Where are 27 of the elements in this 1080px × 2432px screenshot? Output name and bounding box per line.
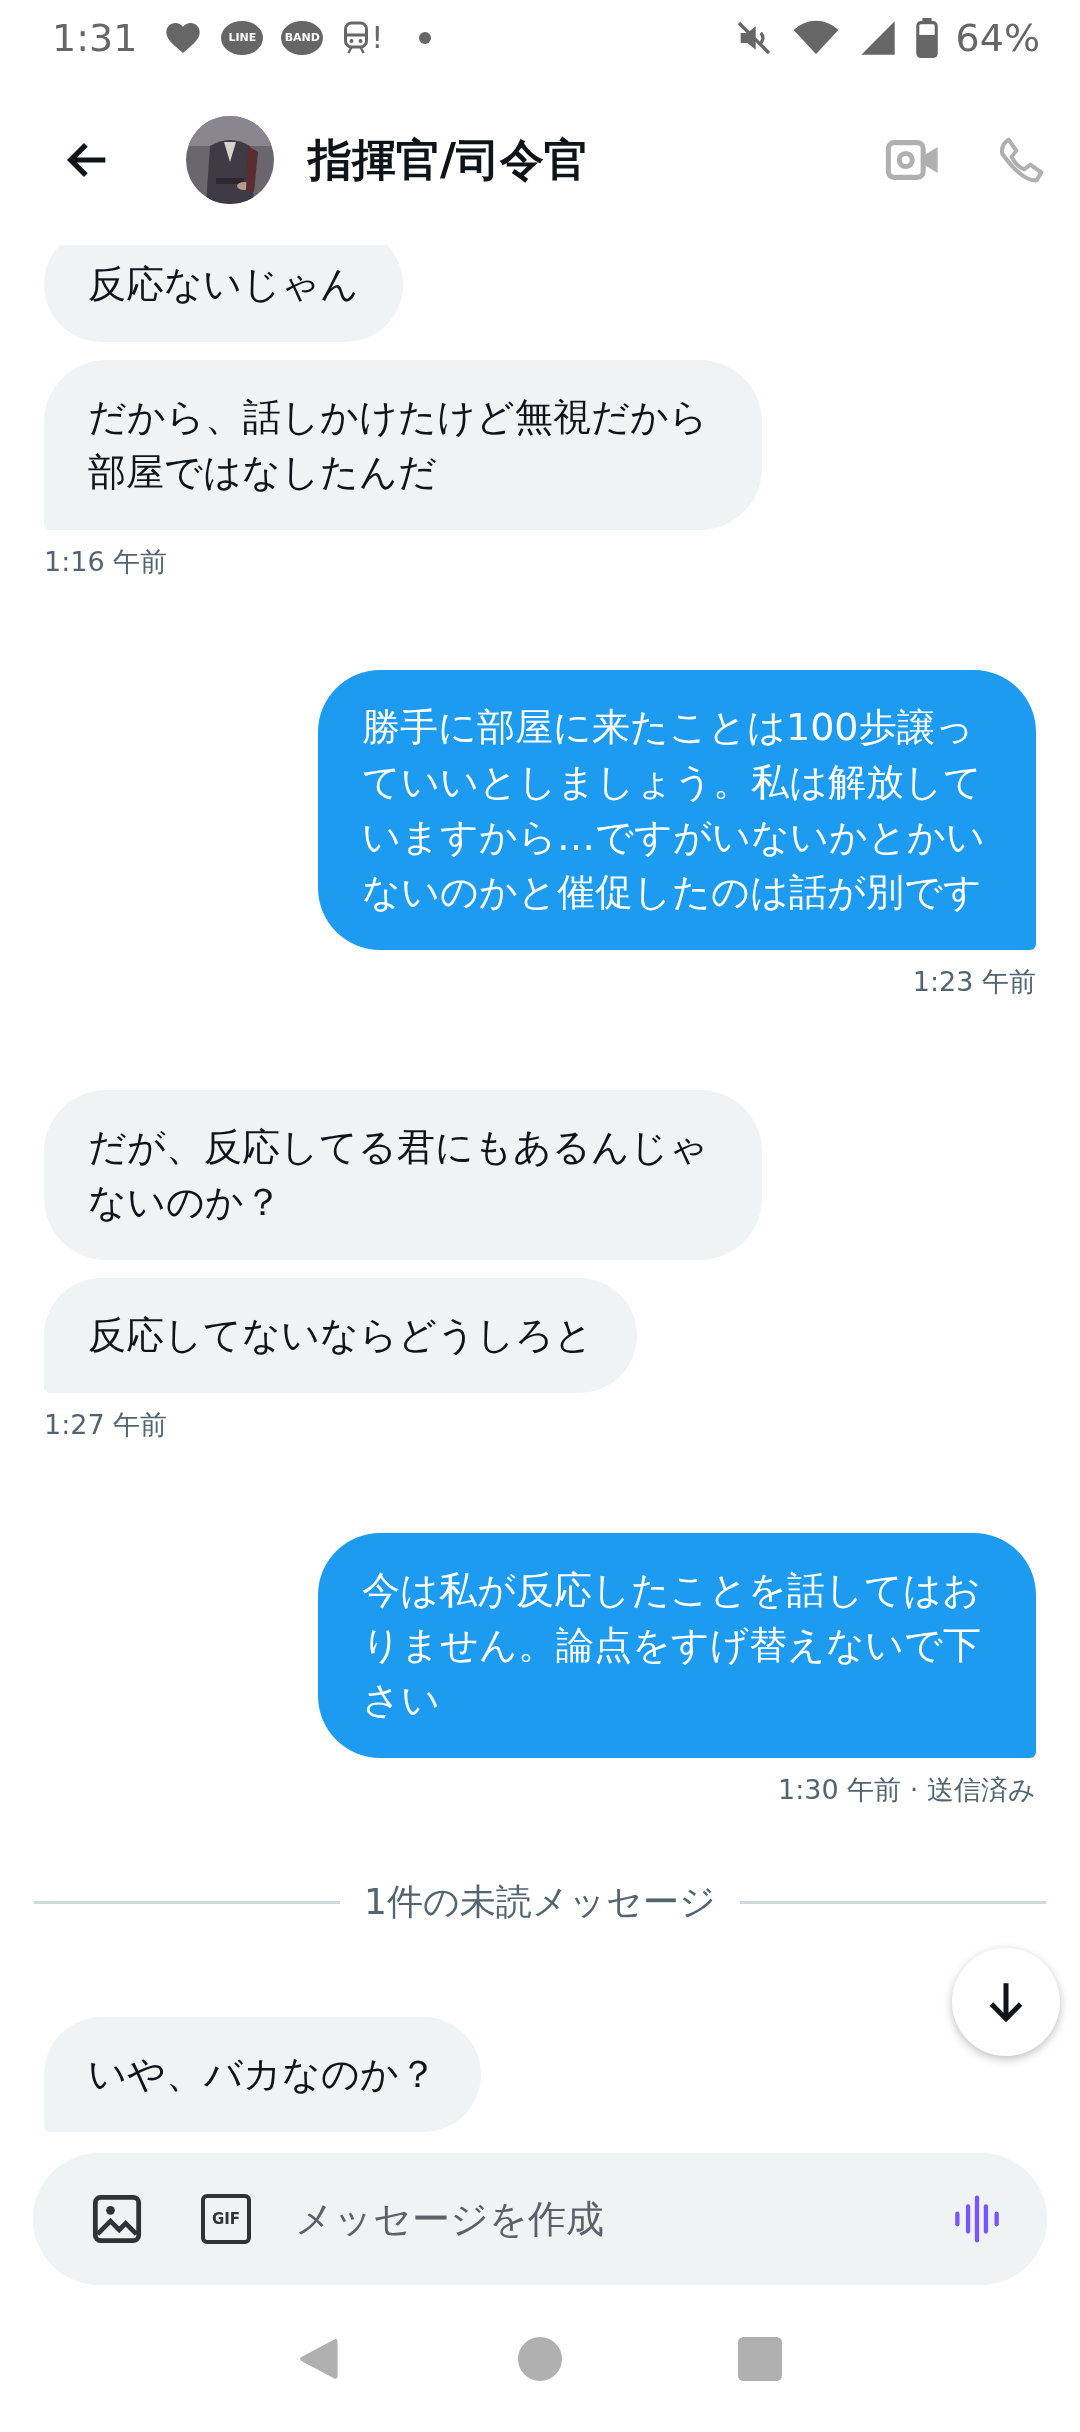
message-bubble: 反応してないならどうしろと [44,1278,637,1393]
chat-app-icon: LINE [221,20,264,55]
message-bubble: 今は私が反応したことを話してはおりません。論点をすげ替えないで下さい [318,1533,1036,1758]
scroll-down-button[interactable] [952,1948,1060,2056]
message-input[interactable]: メッセージを作成 [293,2196,952,2242]
message-timestamp: 1:30 午前 · 送信済み [778,1773,1036,1807]
recents-nav-icon[interactable] [738,2336,782,2381]
image-icon[interactable] [91,2193,143,2245]
voice-icon[interactable] [952,2194,1002,2244]
message-composer[interactable]: GIF メッセージを作成 [33,2153,1047,2285]
chat-title: 指揮官/司令官 [308,132,589,187]
message-bubble: だが、反応してる君にもあるんじゃないのか？ [44,1090,762,1260]
unread-divider-label: 1件の未読メッセージ [364,1880,716,1924]
home-nav-icon[interactable] [518,2336,562,2381]
message-timestamp: 1:16 午前 [44,545,168,579]
battery-icon [915,17,938,58]
gif-button[interactable]: GIF [201,2194,251,2244]
chat-app-icon: BAND [281,20,324,55]
message-bubble: 勝手に部屋に来たことは100歩譲っていいとしましょう。私は解放していますから…ですがいないかとかいないのかと催促したのは話が別です [318,670,1036,950]
status-time: 1:31 [52,15,138,60]
message-bubble: だから、話しかけたけど無視だから部屋ではなしたんだ [44,360,762,530]
message-bubble: 反応ないじゃん [44,245,403,342]
message-timestamp: 1:27 午前 [44,1408,168,1442]
battery-percent: 64% [955,15,1040,60]
message-timestamp: 1:23 午前 [912,965,1036,999]
dot-icon [419,31,432,44]
message-bubble: いや、バカなのか？ [44,2017,481,2132]
